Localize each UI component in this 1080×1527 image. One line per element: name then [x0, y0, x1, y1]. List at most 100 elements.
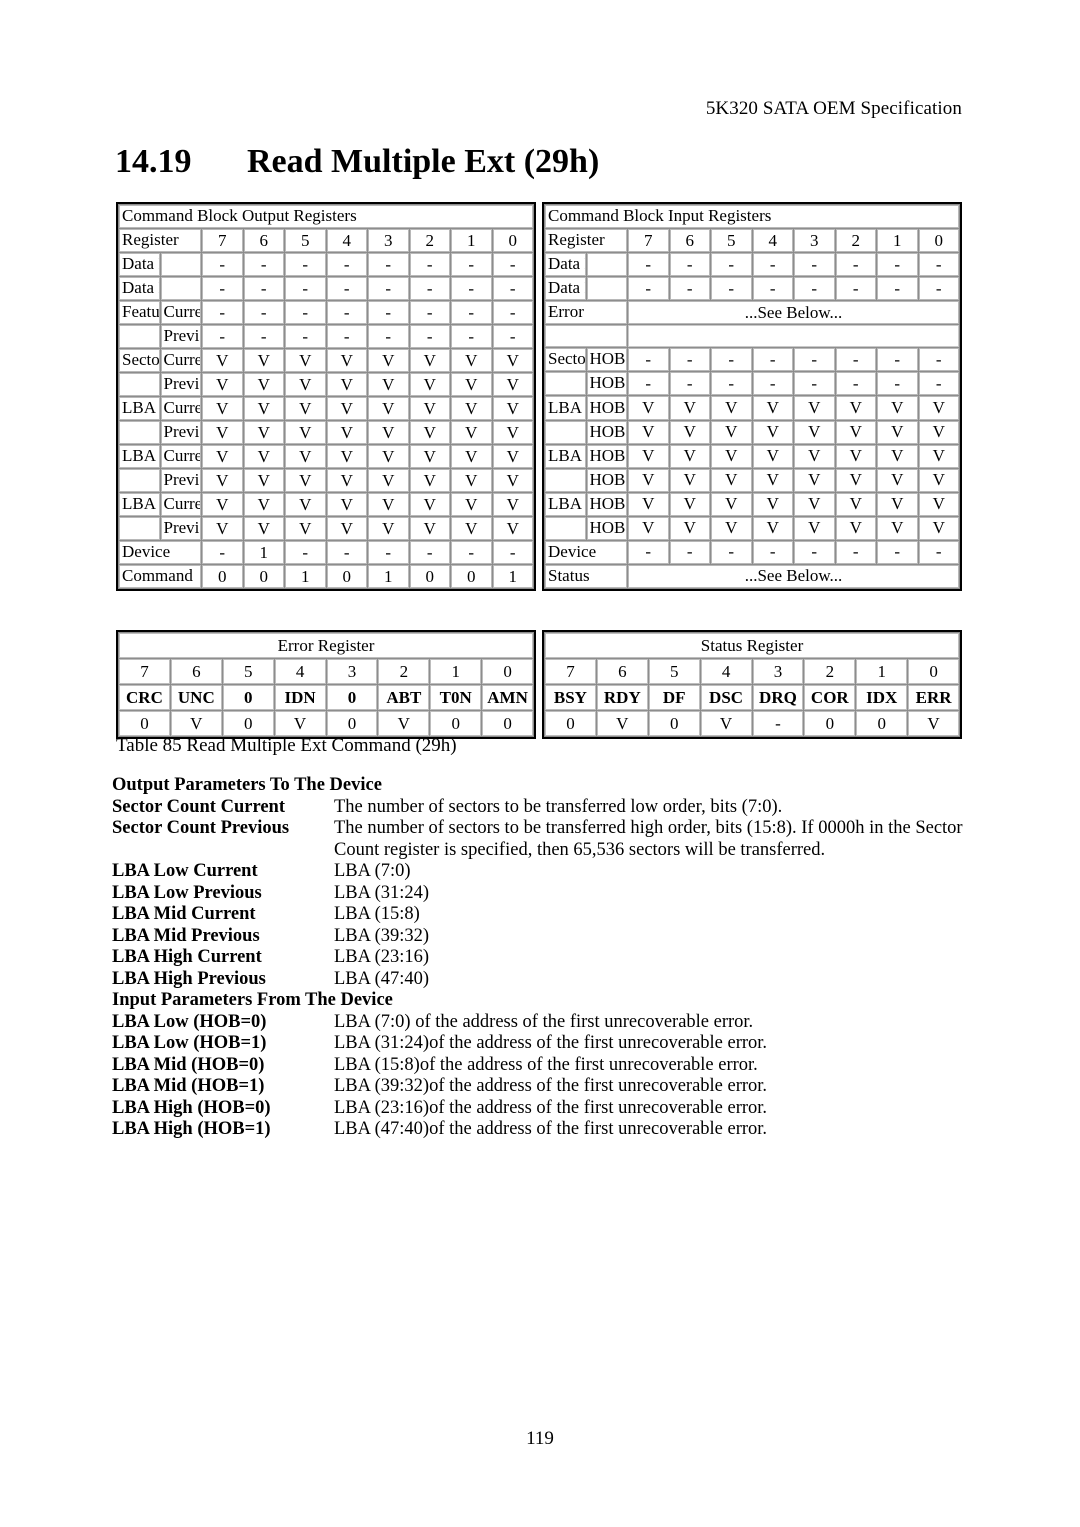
bit-value: V — [409, 469, 450, 492]
bit-value: V — [368, 445, 409, 468]
bit-value: V — [202, 421, 243, 444]
bit-value: - — [918, 277, 959, 301]
bit-value: V — [628, 468, 669, 492]
register-subfield: Previous — [160, 421, 201, 444]
bit-value: - — [669, 277, 710, 301]
register-subfield — [160, 253, 201, 276]
bit-value: - — [794, 540, 835, 564]
bit-value: V — [451, 373, 492, 396]
register-subfield — [160, 277, 201, 300]
register-name: Data Low — [119, 253, 160, 276]
bit-value: - — [409, 541, 450, 564]
bit-value: 0 — [482, 711, 533, 736]
bit-value: 1 — [285, 565, 326, 588]
bit-value: - — [711, 253, 752, 277]
table-row: PreviousVVVVVVVV — [119, 469, 533, 492]
bit-value: - — [835, 277, 876, 301]
register-name: Command — [119, 565, 201, 588]
bit-header-row: Register 7 6 5 4 3 2 1 0 — [119, 229, 533, 252]
bit-value: - — [243, 301, 284, 324]
bit-value: - — [752, 253, 793, 277]
parameter-row: Sector Count Previous The number of secto… — [112, 818, 992, 840]
bit-mnemonic: COR — [804, 685, 856, 710]
table-row: PreviousVVVVVVVV — [119, 517, 533, 540]
page-number: 119 — [526, 1428, 554, 1449]
table-row: Sector CountHOB=0-------- — [545, 348, 959, 372]
bit-value: - — [368, 325, 409, 348]
bit-value: - — [409, 253, 450, 276]
bit-value: V — [243, 373, 284, 396]
bit-number: 2 — [378, 659, 430, 684]
bit-value: V — [794, 420, 835, 444]
bit-value: - — [202, 277, 243, 300]
bit-value: - — [794, 372, 835, 396]
parameter-term: LBA High (HOB=1) — [112, 1119, 271, 1139]
bit-value: V — [492, 349, 533, 372]
bit-value: V — [368, 397, 409, 420]
parameter-description: LBA (31:24) — [334, 882, 430, 903]
bit-number: 3 — [752, 659, 804, 684]
status-register-title: Status Register — [545, 633, 959, 658]
bit-value: V — [451, 349, 492, 372]
parameter-description: LBA (47:40)of the address of the first u… — [334, 1119, 768, 1139]
bit-value: V — [700, 711, 752, 736]
bit-number: 4 — [700, 659, 752, 684]
bit-value: V — [285, 397, 326, 420]
bit-value: V — [492, 517, 533, 540]
bit-value: - — [752, 348, 793, 372]
table-row: LBA MidCurrentVVVVVVVV — [119, 445, 533, 468]
bit-value: 0 — [409, 565, 450, 588]
bit-value: - — [368, 541, 409, 564]
bit-mnemonic: IDN — [274, 685, 326, 710]
bit-value: 1 — [368, 565, 409, 588]
bit-value: V — [285, 373, 326, 396]
bit-value: - — [877, 540, 918, 564]
table-row: LBA LowCurrentVVVVVVVV — [119, 397, 533, 420]
bit-number: 5 — [711, 229, 752, 253]
bit-value: - — [794, 253, 835, 277]
bit-value: 0 — [451, 565, 492, 588]
bit-value: V — [409, 373, 450, 396]
bit-value: V — [628, 420, 669, 444]
bit-value: 0 — [648, 711, 700, 736]
register-subfield: HOB=1 — [586, 372, 627, 396]
bit-number: 3 — [794, 229, 835, 253]
table-row: Device -1- - - - - - — [119, 541, 533, 564]
parameter-term: LBA Low Previous — [112, 882, 262, 903]
bit-value: V — [711, 396, 752, 420]
table-row: PreviousVVVVVVVV — [119, 421, 533, 444]
parameter-description-continued: Count register is specified, then 65,536… — [334, 839, 826, 860]
bit-value: - — [451, 253, 492, 276]
parameter-term: LBA Low (HOB=1) — [112, 1033, 267, 1053]
bit-value: - — [326, 253, 367, 276]
bit-value: V — [877, 396, 918, 420]
see-below-note: ...See Below... — [628, 301, 959, 325]
bit-value: V — [368, 373, 409, 396]
bit-number: 6 — [170, 659, 222, 684]
bit-value: - — [243, 277, 284, 300]
bit-value: V — [492, 373, 533, 396]
bit-mnemonic: RDY — [596, 685, 648, 710]
bit-value: - — [326, 325, 367, 348]
register-subfield: HOB=1 — [586, 516, 627, 540]
bit-value: V — [451, 397, 492, 420]
bit-mnemonic: BSY — [545, 685, 596, 710]
input-parameters-heading: Input Parameters From The Device — [112, 990, 393, 1010]
bit-number: 0 — [492, 229, 533, 252]
bit-value: V — [711, 516, 752, 540]
bit-number: 2 — [409, 229, 450, 252]
bit-value: V — [835, 444, 876, 468]
status-register-title-row: Status Register — [545, 633, 959, 658]
parameter-description: The number of sectors to be transferred … — [334, 818, 963, 838]
bit-value: V — [409, 517, 450, 540]
bit-value: 0 — [202, 565, 243, 588]
register-name — [119, 469, 160, 492]
bit-value: - — [409, 325, 450, 348]
bit-value: - — [492, 325, 533, 348]
bit-mnemonic: T0N — [430, 685, 482, 710]
bit-value: - — [628, 253, 669, 277]
bit-value: - — [628, 277, 669, 301]
table-row: Device - - - - - - - - — [545, 540, 959, 564]
bit-number: 6 — [669, 229, 710, 253]
register-subfield: HOB=0 — [586, 396, 627, 420]
